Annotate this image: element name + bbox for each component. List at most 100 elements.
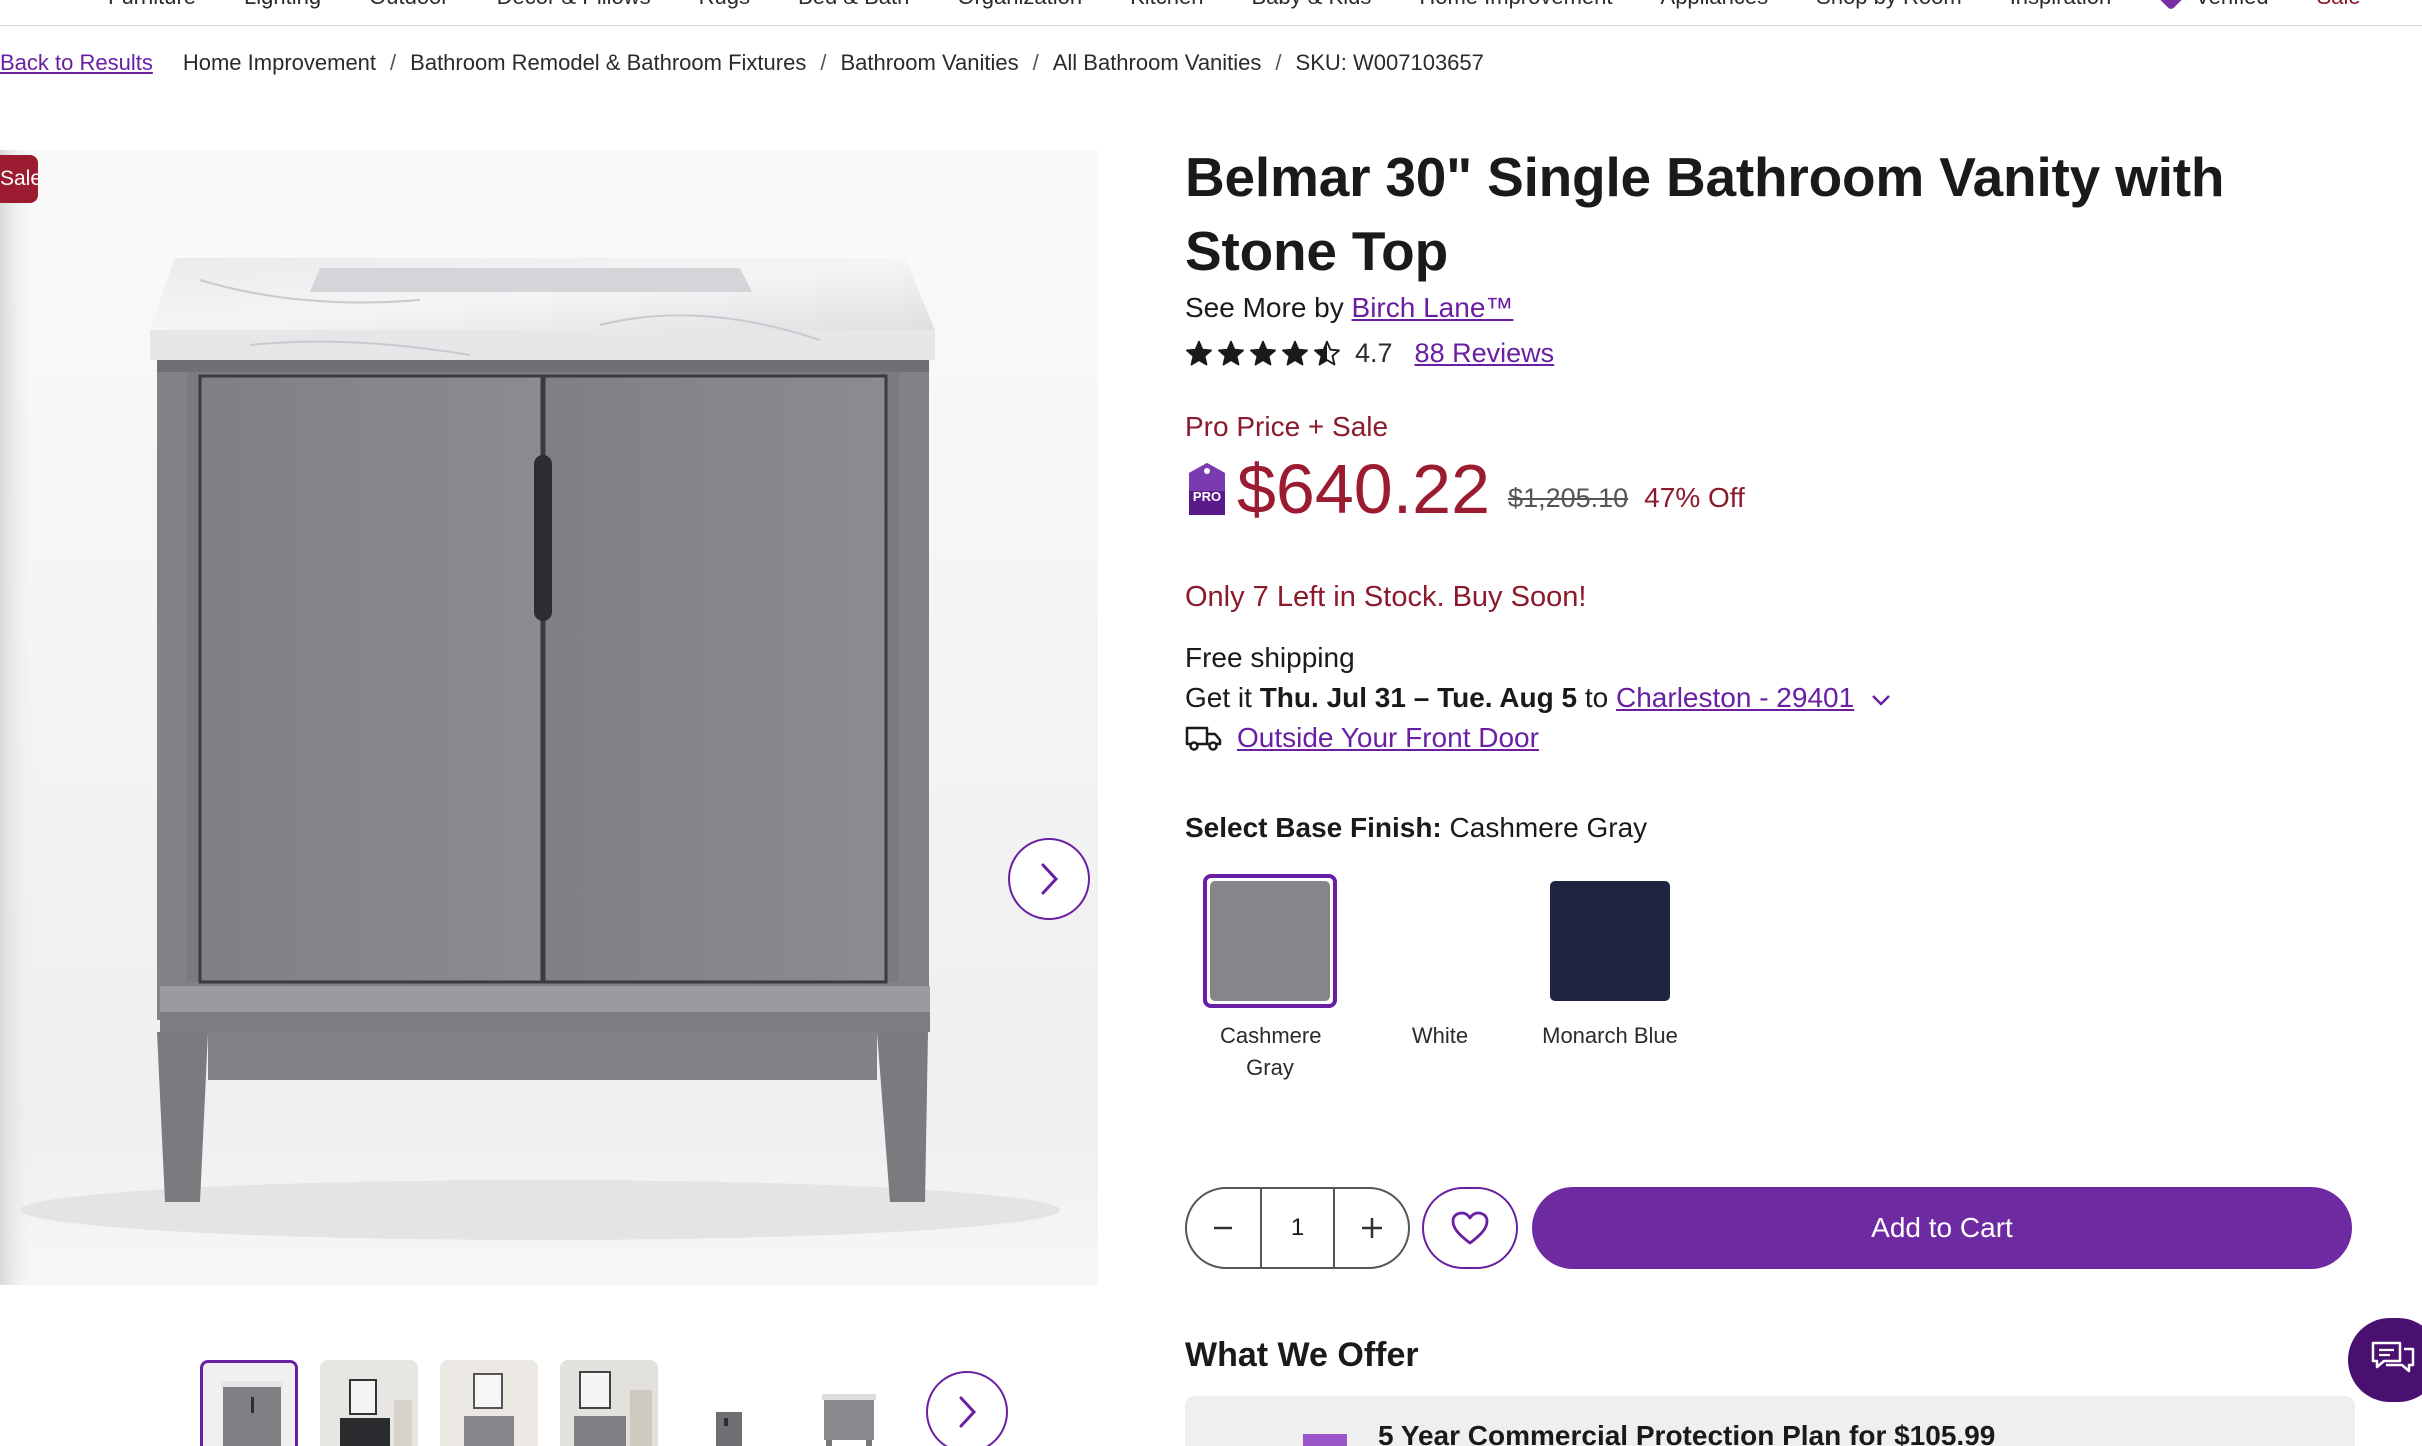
- heart-icon: [1451, 1211, 1489, 1245]
- cart-row: 1 Add to Cart: [1185, 1187, 2352, 1269]
- swatch-monarch-blue[interactable]: Monarch Blue: [1525, 874, 1695, 1084]
- delivery-type: Outside Your Front Door: [1185, 722, 2365, 754]
- original-price: $1,205.10: [1508, 482, 1629, 513]
- favorite-button[interactable]: [1422, 1187, 1518, 1269]
- chevron-down-icon[interactable]: [1870, 693, 1892, 707]
- breadcrumb-all-bathroom-vanities[interactable]: All Bathroom Vanities: [1053, 50, 1262, 76]
- thumbnail-5[interactable]: [680, 1360, 778, 1446]
- thumbnail-4[interactable]: [560, 1360, 658, 1446]
- star-full-icon: [1282, 340, 1308, 365]
- breadcrumb-separator: /: [390, 50, 397, 75]
- nav-item-sale[interactable]: Sale: [2317, 0, 2361, 10]
- brand-byline: See More by Birch Lane™: [1185, 292, 2365, 324]
- quantity-value[interactable]: 1: [1259, 1189, 1336, 1267]
- thumbnail-vanity-image: [800, 1360, 898, 1446]
- breadcrumb-separator: /: [1032, 50, 1039, 75]
- brand-link[interactable]: Birch Lane™: [1352, 292, 1514, 323]
- delivery-prefix: Get it: [1185, 682, 1252, 713]
- quantity-stepper: 1: [1185, 1187, 1410, 1269]
- protection-plan-label: 5 Year Commercial Protection Plan for $1…: [1378, 1420, 1996, 1446]
- nav-item-inspiration[interactable]: Inspiration: [2010, 0, 2112, 10]
- swatch-label: White: [1411, 1023, 1469, 1048]
- breadcrumb-home-improvement[interactable]: Home Improvement: [183, 50, 376, 76]
- nav-item-outdoor[interactable]: Outdoor: [369, 0, 449, 10]
- swatch-frame: [1203, 874, 1337, 1008]
- nav-item-rugs[interactable]: Rugs: [699, 0, 750, 10]
- nav-item-verified-label: Verified: [2195, 0, 2268, 10]
- nav-item-organization[interactable]: Organization: [957, 0, 1082, 10]
- free-shipping-label: Free shipping: [1185, 642, 1355, 673]
- protection-plan-offer[interactable]: 5 Year Commercial Protection Plan for $1…: [1185, 1396, 2355, 1446]
- sale-price: $640.22: [1237, 450, 1491, 528]
- product-title: Belmar 30" Single Bathroom Vanity with S…: [1185, 146, 2225, 282]
- top-nav: Furniture Lighting Outdoor Décor & Pillo…: [0, 0, 2422, 26]
- chevron-right-icon: [1041, 863, 1059, 895]
- back-to-results-link[interactable]: Back to Results: [0, 50, 153, 76]
- nav-item-baby-kids[interactable]: Baby & Kids: [1251, 0, 1371, 10]
- location-link[interactable]: Charleston - 29401: [1616, 682, 1854, 713]
- gallery-next-button[interactable]: [1008, 838, 1090, 920]
- delivery-type-link[interactable]: Outside Your Front Door: [1237, 722, 1539, 754]
- shield-icon: [1303, 1434, 1347, 1446]
- thumbnail-2[interactable]: [320, 1360, 418, 1446]
- star-full-icon: [1250, 340, 1276, 365]
- thumbnail-room-image: [440, 1360, 538, 1446]
- nav-item-furniture[interactable]: Furniture: [108, 0, 196, 10]
- nav-item-verified[interactable]: Verified: [2157, 0, 2269, 11]
- thumbnail-room-image: [320, 1360, 418, 1446]
- price-row: PRO $640.22 $1,205.10 47% Off: [1185, 449, 2365, 529]
- pro-badge-text: PRO: [1193, 489, 1221, 504]
- breadcrumb-bathroom-vanities[interactable]: Bathroom Vanities: [840, 50, 1018, 76]
- reviews-link[interactable]: 88 Reviews: [1415, 338, 1555, 369]
- star-full-icon: [1218, 340, 1244, 365]
- nav-item-appliances[interactable]: Appliances: [1661, 0, 1769, 10]
- add-to-cart-button[interactable]: Add to Cart: [1532, 1187, 2352, 1269]
- swatch-label: Cashmere Gray: [1220, 1023, 1322, 1080]
- truck-icon: [1185, 726, 1222, 751]
- nav-item-kitchen[interactable]: Kitchen: [1130, 0, 1203, 10]
- breadcrumb-bathroom-remodel[interactable]: Bathroom Remodel & Bathroom Fixtures: [410, 50, 806, 76]
- nav-item-shop-by-room[interactable]: Shop by Room: [1816, 0, 1962, 10]
- nav-item-decor[interactable]: Décor & Pillows: [497, 0, 651, 10]
- swatch-color: [1550, 881, 1670, 1001]
- shipping-info: Free shipping Get it Thu. Jul 31 – Tue. …: [1185, 638, 2365, 718]
- finish-label-title: Select Base Finish:: [1185, 812, 1442, 843]
- delivery-dates: Thu. Jul 31 – Tue. Aug 5: [1259, 682, 1578, 713]
- what-we-offer-heading: What We Offer: [1185, 1336, 1419, 1374]
- thumbnails-next-button[interactable]: [926, 1371, 1008, 1446]
- thumbnail-strip: [200, 1360, 898, 1446]
- thumbnail-room-image: [560, 1360, 658, 1446]
- breadcrumb: Back to Results Home Improvement / Bathr…: [0, 50, 1484, 76]
- minus-icon: [1214, 1226, 1233, 1230]
- verified-icon: [2157, 0, 2185, 11]
- thumbnail-1[interactable]: [200, 1360, 298, 1446]
- discount-badge: 47% Off: [1644, 482, 1745, 513]
- decrease-quantity-button[interactable]: [1187, 1189, 1260, 1267]
- star-half-icon: [1314, 340, 1340, 365]
- pro-badge-icon: PRO: [1189, 463, 1225, 515]
- vanity-product-image: [0, 150, 1098, 1285]
- product-image-gallery[interactable]: [0, 150, 1098, 1285]
- thumbnail-3[interactable]: [440, 1360, 538, 1446]
- rating-row: 4.7 88 Reviews: [1185, 338, 2365, 369]
- product-info: Belmar 30" Single Bathroom Vanity with S…: [1185, 140, 2365, 1446]
- finish-swatches: Cashmere Gray White Monarch Blue: [1185, 874, 2365, 1084]
- rating-value: 4.7: [1355, 338, 1393, 368]
- plus-icon: [1361, 1218, 1382, 1238]
- thumbnail-6[interactable]: [800, 1360, 898, 1446]
- swatch-cashmere-gray[interactable]: Cashmere Gray: [1185, 874, 1355, 1084]
- swatch-white[interactable]: White: [1355, 874, 1525, 1084]
- breadcrumb-sku: SKU: W007103657: [1295, 50, 1484, 75]
- price-label: Pro Price + Sale: [1185, 411, 1389, 442]
- chat-icon: [2371, 1341, 2415, 1373]
- swatch-frame: [1543, 874, 1677, 1008]
- finish-label: Select Base Finish: Cashmere Gray: [1185, 812, 2365, 844]
- nav-item-lighting[interactable]: Lighting: [244, 0, 321, 10]
- chat-button[interactable]: [2348, 1318, 2422, 1402]
- nav-item-home-improvement[interactable]: Home Improvement: [1419, 0, 1612, 10]
- finish-selected-value: Cashmere Gray: [1449, 812, 1648, 843]
- increase-quantity-button[interactable]: [1335, 1189, 1408, 1267]
- nav-item-bed-bath[interactable]: Bed & Bath: [798, 0, 909, 10]
- stock-warning: Only 7 Left in Stock. Buy Soon!: [1185, 581, 1587, 613]
- breadcrumb-separator: /: [1275, 50, 1282, 75]
